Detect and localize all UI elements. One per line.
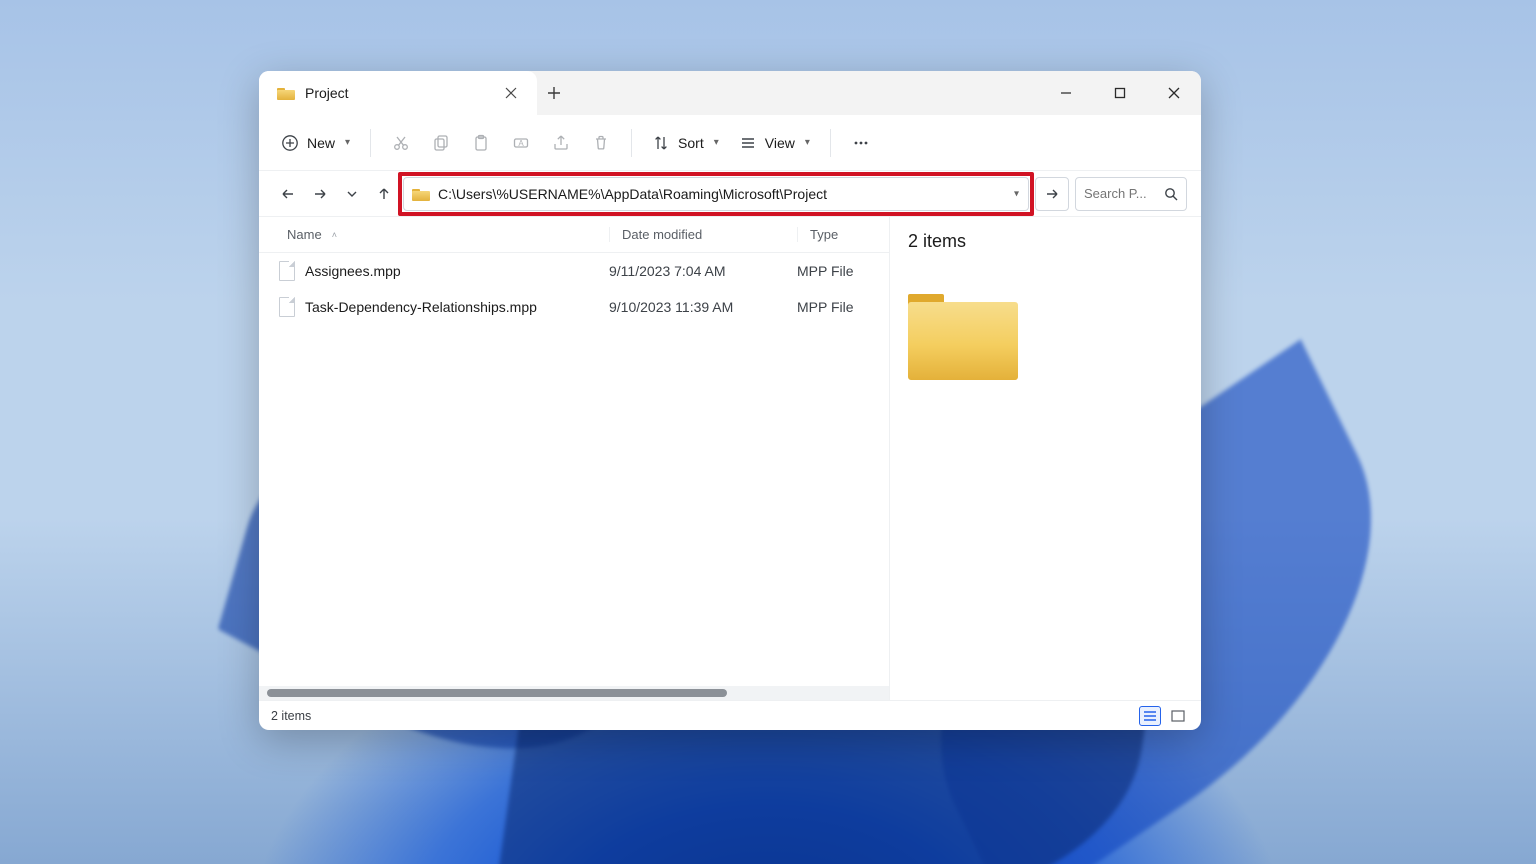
more-icon [852, 134, 870, 152]
sort-button[interactable]: Sort ▾ [644, 125, 727, 161]
file-rows: Assignees.mpp9/11/2023 7:04 AMMPP FileTa… [259, 253, 889, 686]
file-type: MPP File [797, 299, 889, 315]
paste-button[interactable] [463, 125, 499, 161]
minimize-button[interactable] [1039, 71, 1093, 115]
go-button[interactable] [1035, 177, 1069, 211]
column-name-label: Name [287, 227, 322, 242]
file-list-pane: Name ˄ Date modified Type Assignees.mpp 9… [259, 217, 889, 700]
arrow-up-icon [377, 187, 391, 201]
rename-icon: A [512, 134, 530, 152]
details-pane: 2 items [889, 217, 1201, 700]
command-bar: New ▾ A Sort ▾ View ▾ [259, 115, 1201, 171]
address-input[interactable] [438, 186, 998, 202]
new-tab-button[interactable] [537, 71, 571, 115]
paste-icon [472, 134, 490, 152]
maximize-button[interactable] [1093, 71, 1147, 115]
column-header-type[interactable]: Type [797, 227, 889, 242]
file-icon [279, 297, 295, 317]
svg-text:A: A [518, 139, 524, 148]
share-icon [552, 134, 570, 152]
sort-label: Sort [678, 135, 704, 151]
separator [370, 129, 371, 157]
details-summary: 2 items [908, 231, 1183, 252]
address-dropdown-button[interactable]: ▾ [1014, 188, 1019, 199]
window-close-button[interactable] [1147, 71, 1201, 115]
new-button[interactable]: New ▾ [273, 125, 358, 161]
delete-icon [592, 134, 610, 152]
copy-button[interactable] [423, 125, 459, 161]
content-area: Name ˄ Date modified Type Assignees.mpp 9… [259, 217, 1201, 700]
file-date: 9/10/2023 11:39 AM [609, 299, 797, 315]
arrow-right-icon [1045, 187, 1059, 201]
plus-icon [547, 86, 561, 100]
up-button[interactable] [371, 177, 397, 211]
tab-title: Project [305, 85, 349, 101]
address-bar-container: ▾ [403, 177, 1029, 211]
file-name: Task-Dependency-Relationships.mpp [305, 299, 537, 315]
file-row[interactable]: Task-Dependency-Relationships.mpp 9/10/20… [259, 289, 889, 325]
chevron-down-icon: ▾ [714, 137, 719, 148]
copy-icon [432, 134, 450, 152]
arrow-right-icon [313, 187, 327, 201]
back-button[interactable] [275, 177, 301, 211]
horizontal-scrollbar[interactable] [259, 686, 889, 700]
caption-buttons [1039, 71, 1201, 115]
sort-ascending-icon: ˄ [332, 230, 337, 240]
search-icon [1164, 187, 1178, 201]
titlebar: Project [259, 71, 1201, 115]
chevron-down-icon [346, 188, 358, 200]
rename-button[interactable]: A [503, 125, 539, 161]
view-label: View [765, 135, 795, 151]
column-headers: Name ˄ Date modified Type [259, 217, 889, 253]
close-icon [505, 87, 517, 99]
search-input[interactable] [1084, 186, 1156, 201]
status-text: 2 items [271, 709, 311, 723]
recent-locations-button[interactable] [339, 177, 365, 211]
chevron-down-icon: ▾ [345, 137, 350, 148]
view-button[interactable]: View ▾ [731, 125, 818, 161]
view-mode-toggle [1139, 706, 1189, 726]
new-plus-icon [281, 134, 299, 152]
details-view-button[interactable] [1139, 706, 1161, 726]
cut-icon [392, 134, 410, 152]
folder-icon [277, 86, 295, 100]
navigation-row: ▾ [259, 171, 1201, 217]
separator [830, 129, 831, 157]
file-name: Assignees.mpp [305, 263, 401, 279]
tab-close-button[interactable] [497, 79, 525, 107]
file-row[interactable]: Assignees.mpp 9/11/2023 7:04 AMMPP File [259, 253, 889, 289]
new-label: New [307, 135, 335, 151]
list-icon [1143, 710, 1157, 722]
separator [631, 129, 632, 157]
forward-button[interactable] [307, 177, 333, 211]
grid-icon [1171, 710, 1185, 722]
column-header-name[interactable]: Name ˄ [287, 227, 609, 242]
share-button[interactable] [543, 125, 579, 161]
folder-large-icon [908, 294, 1018, 380]
file-explorer-window: Project New ▾ [259, 71, 1201, 730]
status-bar: 2 items [259, 700, 1201, 730]
view-icon [739, 134, 757, 152]
minimize-icon [1060, 87, 1072, 99]
more-button[interactable] [843, 125, 879, 161]
chevron-down-icon: ▾ [805, 137, 810, 148]
search-box[interactable] [1075, 177, 1187, 211]
file-type: MPP File [797, 263, 889, 279]
maximize-icon [1114, 87, 1126, 99]
file-date: 9/11/2023 7:04 AM [609, 263, 797, 279]
cut-button[interactable] [383, 125, 419, 161]
arrow-left-icon [281, 187, 295, 201]
file-icon [279, 261, 295, 281]
sort-icon [652, 134, 670, 152]
address-bar[interactable]: ▾ [403, 177, 1029, 211]
folder-icon [412, 187, 430, 201]
delete-button[interactable] [583, 125, 619, 161]
tab-project[interactable]: Project [259, 71, 537, 115]
thumbnails-view-button[interactable] [1167, 706, 1189, 726]
close-icon [1168, 87, 1180, 99]
column-header-date[interactable]: Date modified [609, 227, 797, 242]
